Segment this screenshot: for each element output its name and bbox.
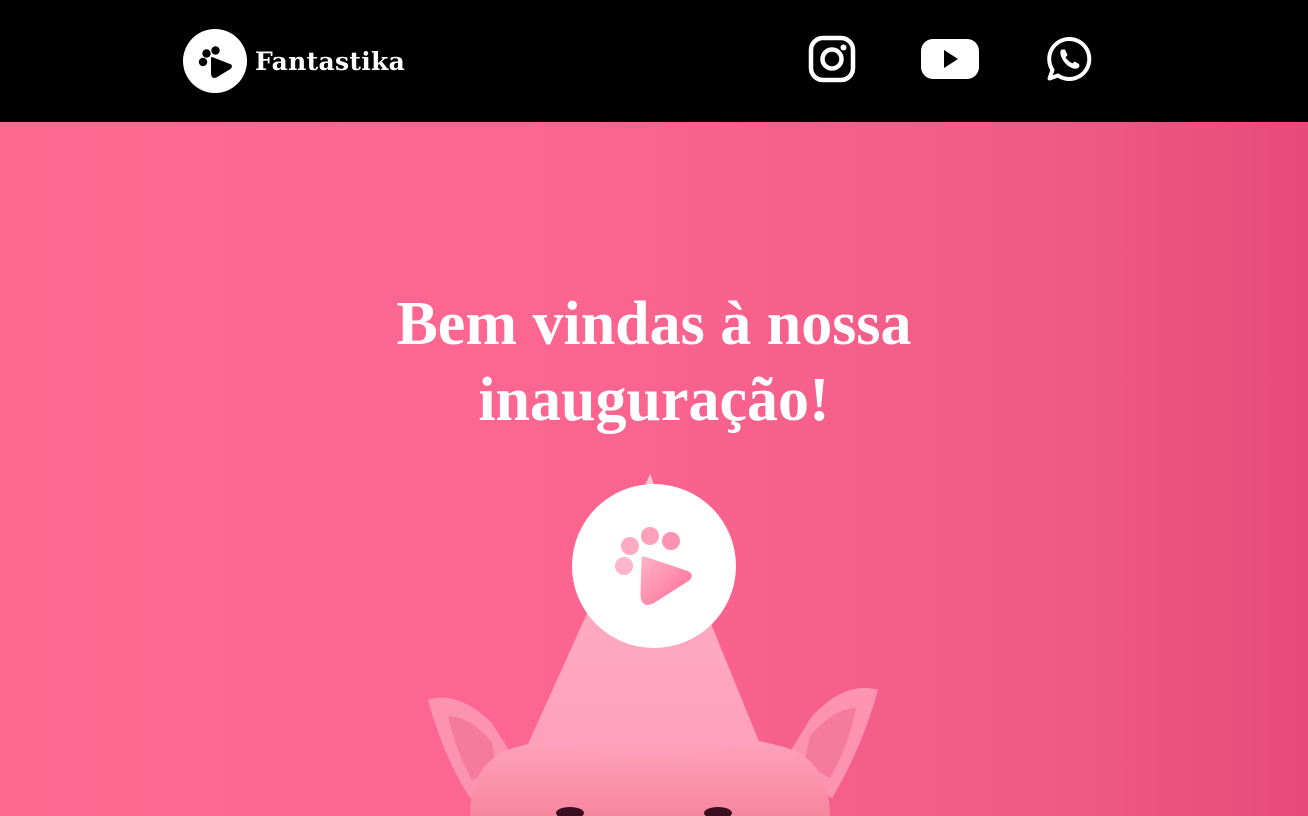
- top-navigation-bar: Fantastika: [0, 0, 1308, 122]
- whatsapp-icon: [1047, 36, 1092, 81]
- paw-play-icon: [615, 527, 692, 605]
- paw-badge: [572, 484, 736, 648]
- hero-title-line-2: inauguração!: [478, 366, 830, 434]
- instagram-link[interactable]: [806, 34, 858, 84]
- hero-title: Bem vindas à nossa inauguração!: [254, 286, 1054, 438]
- hero-banner: Bem vindas à nossa inauguração!: [0, 122, 1308, 816]
- brand-name: Fantastika: [255, 46, 406, 76]
- hero-title-line-1: Bem vindas à nossa: [396, 290, 912, 358]
- paw-logo-icon: [183, 29, 247, 93]
- page: Fantastika Bem vindas à nossa inauguraçã…: [0, 0, 1308, 816]
- instagram-icon: [808, 35, 856, 83]
- youtube-link[interactable]: [918, 34, 982, 84]
- whatsapp-link[interactable]: [1043, 34, 1095, 84]
- brand-logo-link[interactable]: Fantastika: [183, 29, 405, 93]
- youtube-icon: [921, 39, 979, 79]
